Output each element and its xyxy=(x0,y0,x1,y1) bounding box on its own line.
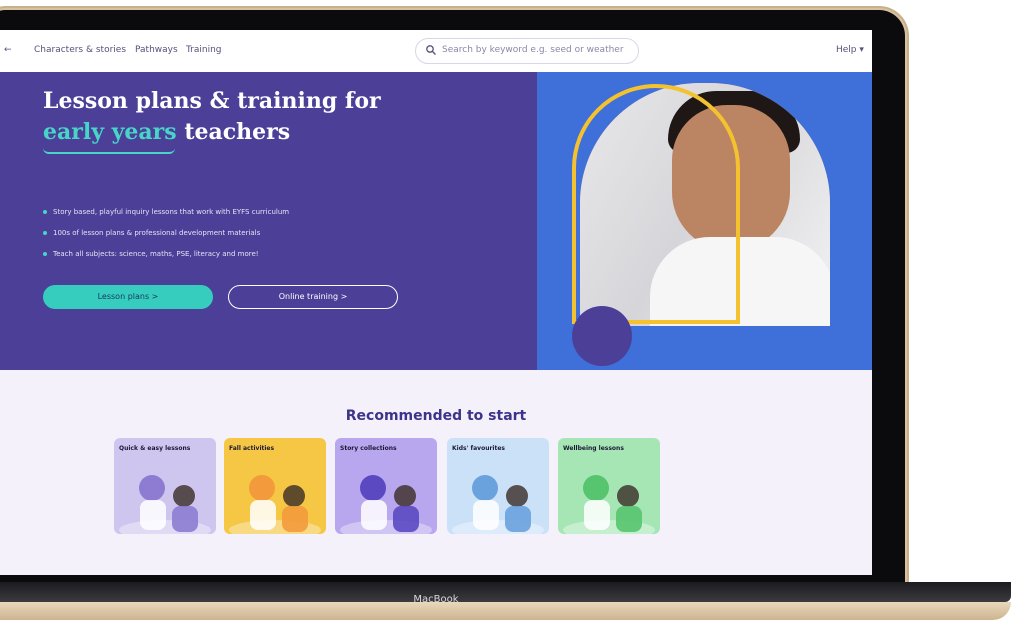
recommended-card[interactable]: Quick & easy lessons xyxy=(114,438,216,534)
nav-link-characters[interactable]: Characters & stories xyxy=(34,45,126,55)
recommended-card-label: Quick & easy lessons xyxy=(119,445,191,452)
online-training-button[interactable]: Online training > xyxy=(228,285,398,309)
hero-bullet: Story based, playful inquiry lessons tha… xyxy=(43,208,289,216)
bullet-dot-icon xyxy=(43,252,47,256)
recommended-card[interactable]: Story collections xyxy=(335,438,437,534)
hero-title: Lesson plans & training for early years … xyxy=(43,86,381,148)
recommended-card-illustration xyxy=(114,460,216,534)
recommended-card-label: Kids' favourites xyxy=(452,445,505,452)
device-label: MacBook xyxy=(413,594,459,605)
hero-title-rest: teachers xyxy=(176,119,291,145)
nav-link-training[interactable]: Training xyxy=(186,45,222,55)
laptop-screen: ← Characters & stories Pathways Training… xyxy=(0,30,872,575)
search-input[interactable]: Search by keyword e.g. seed or weather xyxy=(415,38,639,64)
recommended-card-illustration xyxy=(224,460,326,534)
accent-underline xyxy=(43,148,175,154)
search-icon xyxy=(426,45,436,55)
hero-bullet: Teach all subjects: science, maths, PSE,… xyxy=(43,250,259,258)
nav-link-pathways[interactable]: Pathways xyxy=(135,45,178,55)
lesson-plans-button[interactable]: Lesson plans > xyxy=(43,285,213,309)
card-illustration-icon xyxy=(119,475,211,534)
recommended-card[interactable]: Fall activities xyxy=(224,438,326,534)
hero-decor-circle xyxy=(572,306,632,366)
recommended-card-label: Fall activities xyxy=(229,445,275,452)
hero-bullet-text: 100s of lesson plans & professional deve… xyxy=(53,229,261,237)
hero-title-accent: early years xyxy=(43,119,177,145)
card-illustration-icon xyxy=(452,475,544,534)
back-link[interactable]: ← xyxy=(4,45,12,55)
top-nav: ← Characters & stories Pathways Training… xyxy=(0,30,872,72)
search-placeholder: Search by keyword e.g. seed or weather xyxy=(442,45,624,55)
recommended-card-illustration xyxy=(558,460,660,534)
recommended-heading: Recommended to start xyxy=(345,408,527,424)
hero-bullet-text: Story based, playful inquiry lessons tha… xyxy=(53,208,290,216)
hero-arch-frame xyxy=(572,84,740,324)
recommended-card-illustration xyxy=(335,460,437,534)
card-illustration-icon xyxy=(229,475,321,534)
bullet-dot-icon xyxy=(43,210,47,214)
help-menu[interactable]: Help ▾ xyxy=(836,45,864,55)
hero-bullet: 100s of lesson plans & professional deve… xyxy=(43,229,260,237)
recommended-card-label: Story collections xyxy=(340,445,397,452)
recommended-card[interactable]: Wellbeing lessons xyxy=(558,438,660,534)
hero-bullet-text: Teach all subjects: science, maths, PSE,… xyxy=(53,250,259,258)
card-illustration-icon xyxy=(563,475,655,534)
recommended-card-label: Wellbeing lessons xyxy=(563,445,624,452)
bullet-dot-icon xyxy=(43,231,47,235)
card-illustration-icon xyxy=(340,475,432,534)
recommended-card-illustration xyxy=(447,460,549,534)
hero-title-line1: Lesson plans & training for xyxy=(43,88,381,114)
recommended-card[interactable]: Kids' favourites xyxy=(447,438,549,534)
